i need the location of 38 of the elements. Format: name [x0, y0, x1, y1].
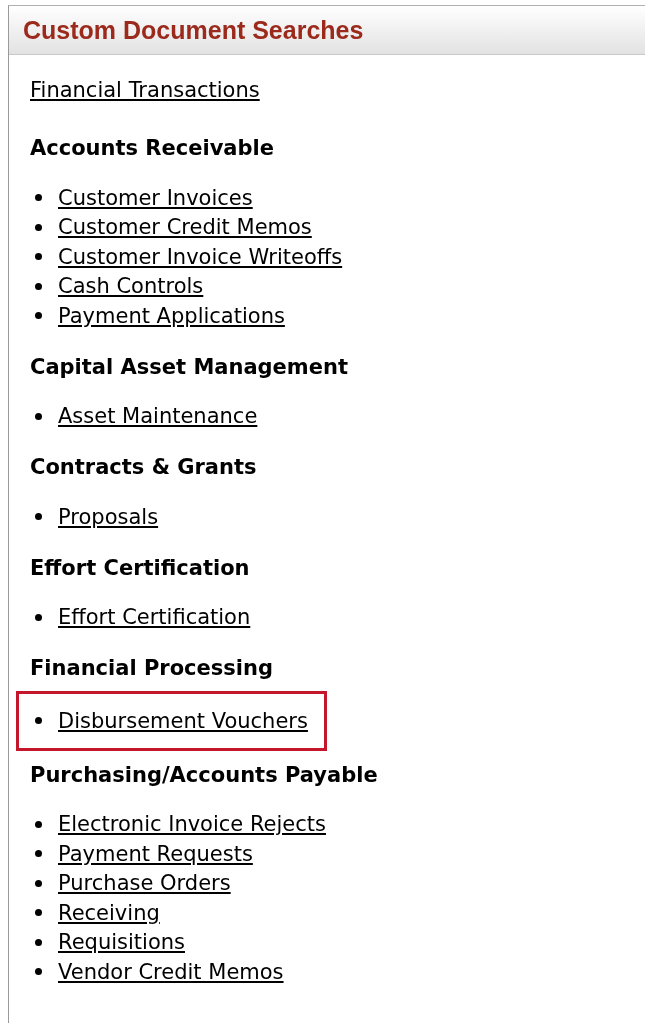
section-heading: Contracts & Grants [30, 454, 258, 481]
bullet-icon [35, 717, 42, 725]
bullet-icon [35, 282, 42, 290]
document-link[interactable]: Purchase Orders [58, 868, 231, 899]
section-heading: Effort Certification [30, 554, 251, 582]
section-heading: Financial Processing [30, 655, 274, 682]
bullet-icon [35, 194, 42, 202]
bullet-icon [35, 312, 42, 320]
bullet-icon [35, 253, 42, 261]
document-link[interactable]: Requisitions [58, 927, 185, 958]
document-link[interactable]: Payment Requests [58, 838, 253, 869]
bullet-icon [35, 223, 42, 231]
document-link[interactable]: Asset Maintenance [58, 401, 258, 432]
bullet-icon [35, 909, 42, 917]
document-link[interactable]: Receiving [58, 897, 160, 928]
document-link[interactable]: Customer Invoice Writeoffs [58, 241, 343, 272]
document-link[interactable]: Disbursement Vouchers [58, 705, 308, 736]
document-link[interactable]: Effort Certification [58, 602, 251, 633]
document-link[interactable]: Customer Invoices [58, 182, 253, 213]
document-link[interactable]: Electronic Invoice Rejects [58, 809, 326, 840]
bullet-icon [35, 938, 42, 946]
section-heading: Purchasing/Accounts Payable [30, 761, 379, 789]
panel-title: Custom Document Searches [23, 15, 364, 45]
document-link[interactable]: Vendor Credit Memos [58, 956, 284, 987]
bullet-icon [35, 968, 42, 976]
bullet-icon [35, 879, 42, 887]
bullet-icon [35, 513, 42, 521]
section-heading: Accounts Receivable [30, 135, 275, 162]
bullet-icon [35, 613, 42, 621]
bullet-icon [35, 850, 42, 858]
document-link[interactable]: Customer Credit Memos [58, 212, 312, 243]
document-link[interactable]: Cash Controls [58, 271, 204, 302]
financial-transactions-link[interactable]: Financial Transactions [30, 75, 260, 105]
section-heading: Capital Asset Management [30, 353, 349, 381]
document-link[interactable]: Payment Applications [58, 300, 285, 331]
document-link[interactable]: Proposals [58, 501, 159, 532]
bullet-icon [35, 820, 42, 828]
bullet-icon [35, 412, 42, 420]
